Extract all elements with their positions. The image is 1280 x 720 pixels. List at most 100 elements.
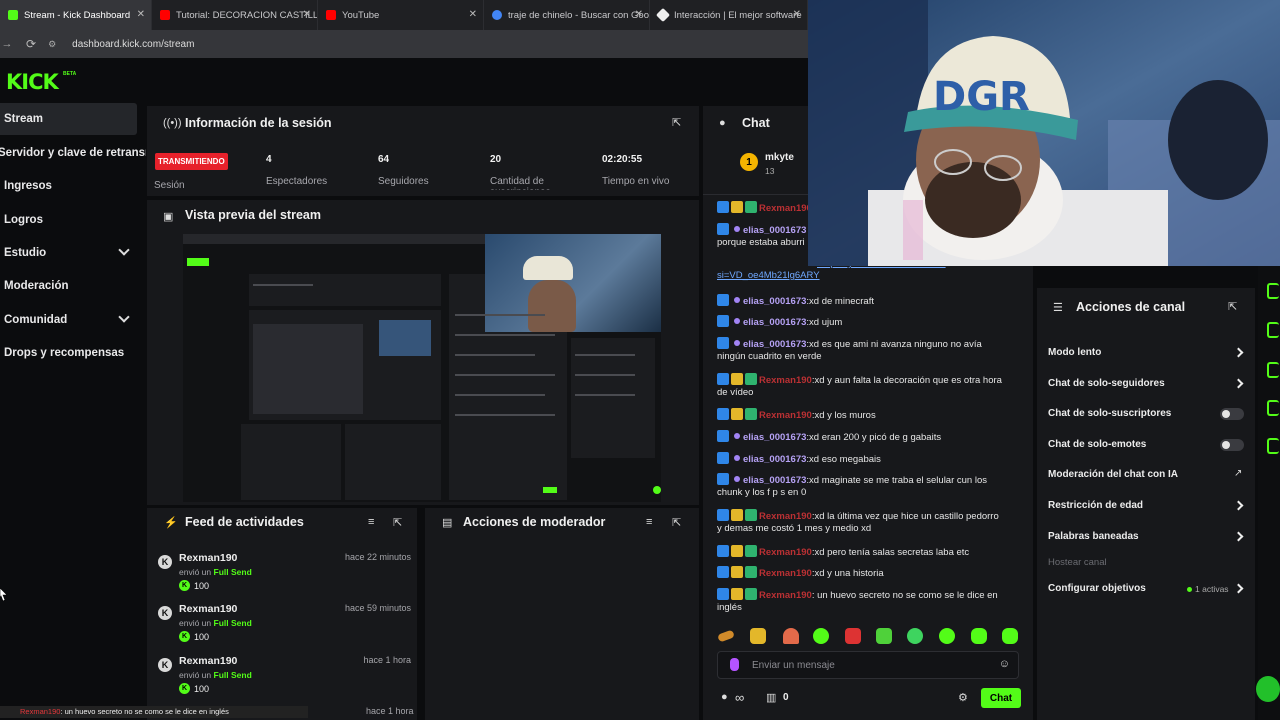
emote-icon[interactable] (845, 628, 861, 644)
action-slow-mode[interactable]: Modo lento (1048, 347, 1101, 358)
subs-count: 20 (490, 154, 502, 165)
close-icon[interactable]: ✕ (469, 9, 477, 20)
feed-username[interactable]: Rexman190 (179, 655, 237, 667)
sidebar-item-drops[interactable]: Drops y recompensas (0, 337, 140, 369)
tab-google-search[interactable]: traje de chinelo - Buscar con Google ✕ (484, 0, 650, 30)
badge-icon (745, 408, 757, 420)
sidebar-item-moderacion[interactable]: Moderación (0, 270, 140, 302)
chat-username[interactable]: elias_0001673 (743, 339, 806, 350)
action-emotes-only[interactable]: Chat de solo-emotes (1048, 439, 1146, 450)
chat-username[interactable]: Rexman190 (759, 547, 812, 558)
action-ai-moderation[interactable]: Moderación del chat con IA (1048, 469, 1178, 480)
toolbar-icon[interactable] (1267, 322, 1279, 338)
badge-icon (717, 545, 729, 557)
emote-icon[interactable] (876, 628, 892, 644)
chat-username[interactable]: Rexman190 (759, 590, 812, 601)
chat-username[interactable]: Rexman190 (759, 410, 812, 421)
chat-username[interactable]: Rexman190 (759, 568, 812, 579)
chat-username[interactable]: elias_0001673 (743, 432, 806, 443)
kicks-balance: 0 (783, 692, 789, 703)
close-icon[interactable]: ✕ (793, 9, 801, 20)
action-banned-words[interactable]: Palabras baneadas (1048, 531, 1139, 542)
sidebar-item-ingresos[interactable]: Ingresos (0, 170, 140, 202)
forward-icon[interactable]: → (0, 38, 14, 50)
toolbar-icon[interactable] (1267, 438, 1279, 454)
emote-icon[interactable] (971, 628, 987, 644)
toolbar-icon[interactable] (1267, 362, 1279, 378)
filter-icon[interactable]: ≡ (368, 516, 374, 528)
chat-username[interactable]: elias_0001673 (743, 475, 806, 486)
chat-username[interactable]: Rexman190 (759, 375, 812, 386)
action-age-restriction[interactable]: Restricción de edad (1048, 500, 1143, 511)
chat-text-cont: inglés (717, 602, 742, 613)
settings-gear-icon[interactable]: ⚙ (958, 691, 968, 704)
action-goals[interactable]: Configurar objetivos (1048, 583, 1146, 594)
external-link-icon[interactable]: ↗ (1234, 468, 1242, 479)
emote-icon[interactable] (939, 628, 955, 644)
toolbar-icon[interactable] (1267, 400, 1279, 416)
sidebar-item-comunidad[interactable]: Comunidad (0, 304, 140, 336)
followers-count: 64 (378, 154, 390, 165)
feed-username[interactable]: Rexman190 (179, 603, 237, 615)
support-chat-icon[interactable] (1256, 676, 1280, 702)
tab-youtube[interactable]: YouTube ✕ (318, 0, 484, 30)
emotes-only-toggle[interactable] (1220, 439, 1244, 451)
sidebar-item-logros[interactable]: Logros (0, 204, 140, 236)
emote-icon[interactable] (1002, 628, 1018, 644)
gift-icon[interactable]: ▥ (766, 691, 776, 704)
action-followers-only[interactable]: Chat de solo-seguidores (1048, 378, 1165, 389)
badge-icon (717, 588, 729, 600)
reload-icon[interactable]: ⟳ (26, 37, 36, 51)
sidebar-item-label: Estudio (4, 247, 47, 259)
stream-preview-video[interactable] (183, 234, 661, 502)
send-chat-button[interactable]: Chat (981, 688, 1021, 708)
feed-time: hace 59 minutos (344, 603, 411, 613)
emote-icon[interactable] (813, 628, 829, 644)
subscribers-only-toggle[interactable] (1220, 408, 1244, 420)
tab-tutorial[interactable]: Tutorial: DECORACION CASTILLO ✕ (152, 0, 318, 30)
users-icon[interactable]: ● (721, 691, 728, 703)
sidebar-item-server-key[interactable]: Servidor y clave de retransmisión (0, 137, 146, 169)
filter-icon[interactable]: ≡ (646, 516, 652, 528)
pinned-username[interactable]: mkyte (765, 152, 794, 163)
close-icon[interactable]: ✕ (137, 9, 145, 20)
action-subscribers-only[interactable]: Chat de solo-suscriptores (1048, 408, 1171, 419)
microphone-icon[interactable] (730, 658, 739, 671)
chat-message: Rexman190:xd y una historia (717, 566, 1017, 580)
emoji-icon[interactable]: ☺ (999, 658, 1010, 670)
feed-username[interactable]: Rexman190 (179, 552, 237, 564)
chevron-down-icon (118, 244, 130, 256)
chat-message-input[interactable]: Enviar un mensaje ☺ (717, 651, 1019, 679)
tab-kick-dashboard[interactable]: Stream - Kick Dashboard ✕ (0, 0, 152, 30)
chat-text: :xd ujum (806, 317, 843, 328)
sub-dot-icon (734, 297, 740, 303)
sidebar-item-stream[interactable]: Stream (0, 103, 137, 135)
emote-icon[interactable] (783, 628, 799, 644)
crown-badge-icon (731, 509, 743, 521)
popout-icon[interactable]: ⇱ (672, 116, 681, 129)
chat-username[interactable]: elias_0001673 (743, 317, 806, 328)
tab-interaccion[interactable]: Interacción | El mejor software ✕ (650, 0, 808, 30)
chat-username[interactable]: Rexman190 (759, 511, 812, 522)
badge-icon (717, 373, 729, 385)
toolbar-icon[interactable] (1267, 283, 1279, 299)
chat-username[interactable]: elias_0001673 (743, 454, 806, 465)
popout-icon[interactable]: ⇱ (1228, 300, 1237, 313)
site-info-icon[interactable]: ⚙ (48, 39, 56, 50)
chat-username[interactable]: Rexman190 (759, 203, 812, 214)
url-text[interactable]: dashboard.kick.com/stream (72, 39, 194, 50)
close-icon[interactable]: ✕ (303, 9, 311, 20)
chat-message: elias_0001673:xd es que ami ni avanza ni… (717, 337, 1017, 363)
address-bar: → ⟳ ⚙ dashboard.kick.com/stream (0, 30, 808, 58)
close-icon[interactable]: ✕ (635, 9, 643, 20)
emote-icon[interactable] (907, 628, 923, 644)
chat-username[interactable]: elias_0001673 (743, 296, 806, 307)
popout-icon[interactable]: ⇱ (672, 516, 681, 529)
emote-icon[interactable] (750, 628, 766, 644)
sub-dot-icon (734, 476, 740, 482)
chat-username[interactable]: elias_0001673 (743, 225, 806, 236)
sidebar-item-estudio[interactable]: Estudio (0, 237, 140, 269)
kick-logo[interactable]: KICK (6, 70, 59, 94)
popout-icon[interactable]: ⇱ (393, 516, 402, 529)
chat-text-cont: porque estaba aburri (717, 237, 805, 248)
